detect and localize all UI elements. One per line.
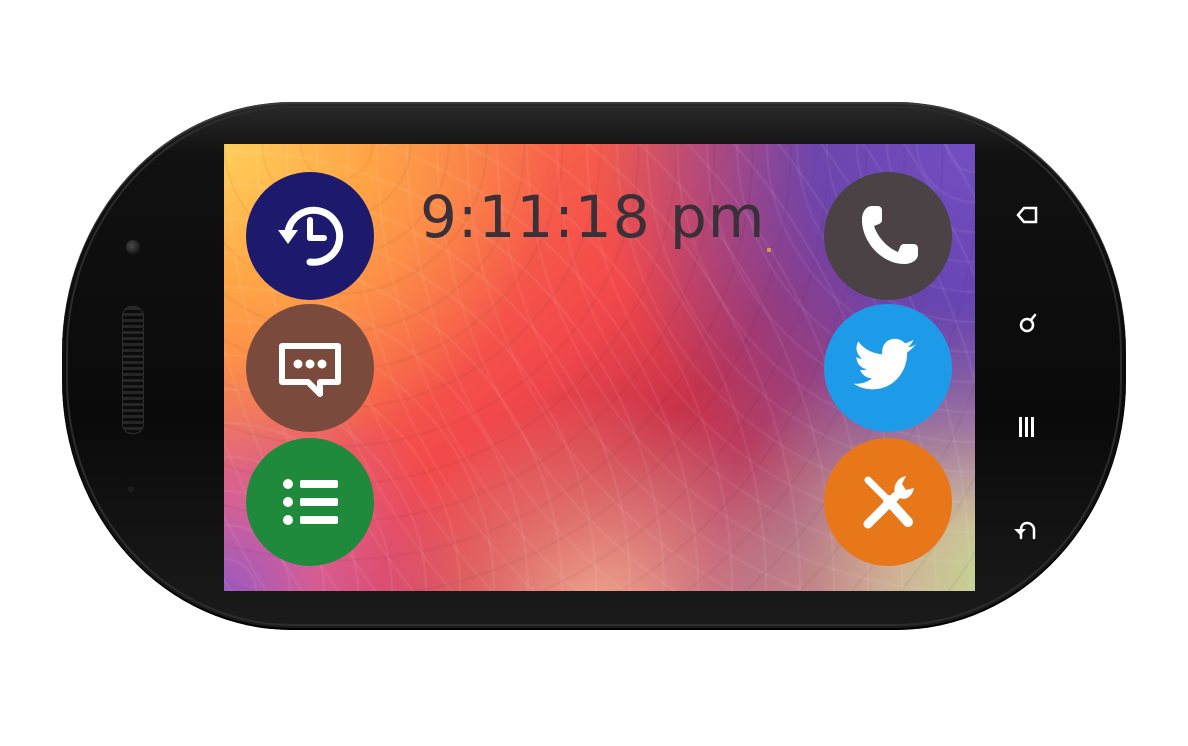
menu-icon <box>1019 417 1034 437</box>
tools-icon <box>863 476 914 529</box>
phone-app-button[interactable] <box>824 172 952 300</box>
nav-home-key[interactable] <box>1012 200 1042 230</box>
bird-icon <box>853 338 917 390</box>
chat-bubble-icon <box>279 343 341 397</box>
stage: 9:11:18 pm <box>0 0 1188 746</box>
front-camera <box>126 240 140 254</box>
nav-back-key[interactable] <box>1012 516 1042 546</box>
nav-search-key[interactable] <box>1012 308 1042 338</box>
earpiece-speaker <box>122 306 144 434</box>
back-icon <box>1014 521 1036 540</box>
phone-icon <box>862 206 918 264</box>
proximity-sensor <box>128 486 134 492</box>
settings-app-button[interactable] <box>824 438 952 566</box>
status-dot <box>767 248 771 252</box>
home-icon <box>1016 206 1038 224</box>
twitter-app-button[interactable] <box>824 304 952 432</box>
list-icon <box>283 479 338 525</box>
clock-display: 9:11:18 pm <box>420 183 766 251</box>
nav-menu-key[interactable] <box>1012 412 1042 442</box>
list-app-button[interactable] <box>246 438 374 566</box>
messages-app-button[interactable] <box>246 304 374 432</box>
history-app-button[interactable] <box>246 172 374 300</box>
clock-history-icon <box>278 206 344 266</box>
home-screen: 9:11:18 pm <box>224 144 975 591</box>
search-icon <box>1019 313 1037 333</box>
